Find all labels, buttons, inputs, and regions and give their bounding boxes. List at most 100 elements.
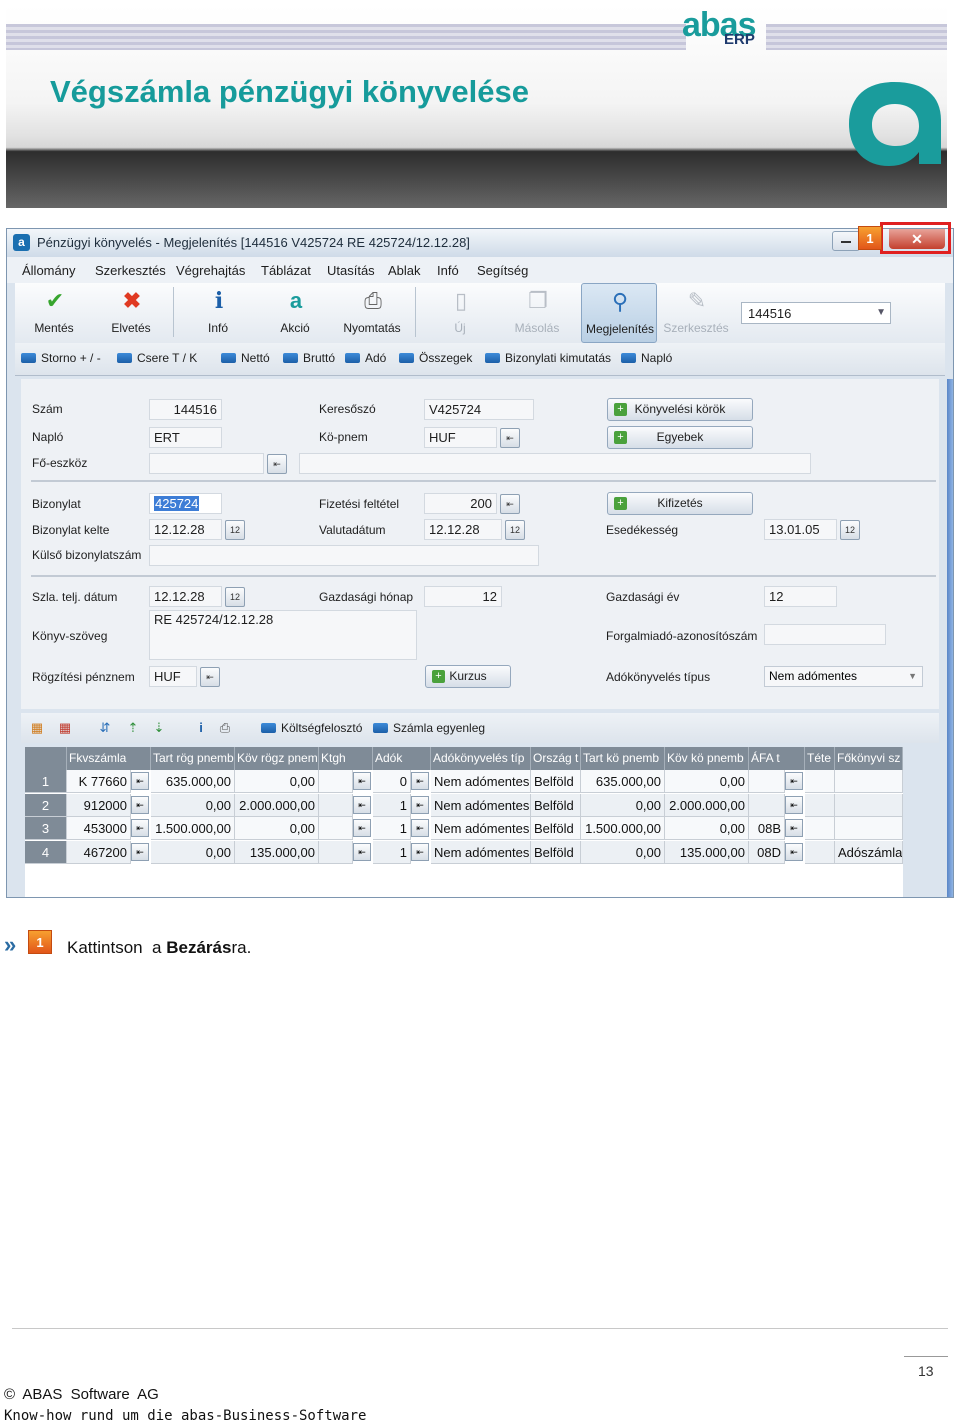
chevron-down-icon[interactable]: ▼ — [908, 667, 917, 686]
calendar-icon[interactable]: 12 — [505, 520, 525, 540]
table-cell[interactable]: Adószámla — [835, 840, 903, 864]
info-button[interactable]: i Infó — [183, 283, 253, 343]
table-cell[interactable]: 1 — [373, 840, 411, 864]
row-picker-icon[interactable]: ⇤ — [785, 819, 803, 837]
table-cell[interactable]: 0,00 — [581, 840, 665, 864]
table-header-cell[interactable]: Köv rögz pnem — [235, 747, 319, 770]
bizonylat-field[interactable]: 425724 — [149, 493, 222, 514]
kereso-field[interactable]: V425724 — [424, 399, 534, 420]
adokonyveles-tipus-select[interactable]: Nem adómentes ▼ — [764, 666, 923, 687]
row-picker-icon[interactable]: ⇤ — [353, 795, 371, 814]
table-header-cell[interactable]: Téte — [805, 747, 835, 770]
row-picker-icon[interactable]: ⇤ — [411, 819, 429, 837]
display-button[interactable]: ⚲ Megjelenítés — [581, 283, 657, 343]
table-cell[interactable] — [805, 770, 835, 793]
link-ado[interactable]: Adó — [345, 351, 386, 365]
print-button[interactable]: ⎙ Nyomtatás — [337, 283, 407, 343]
foeszkoz-description-field[interactable] — [299, 453, 811, 474]
table-header-cell[interactable]: ÁFA t — [749, 747, 805, 770]
konyv-szoveg-field[interactable]: RE 425724/12.12.28 — [149, 610, 417, 660]
menu-item-segitseg[interactable]: Segítség — [477, 263, 528, 278]
row-picker-icon[interactable]: ⇤ — [131, 819, 149, 837]
table-cell[interactable] — [835, 793, 903, 817]
row-picker-icon[interactable]: ⇤ — [131, 842, 149, 861]
move-icon[interactable]: ⇵ — [97, 721, 113, 735]
table-cell[interactable]: 2.000.000,00 — [665, 793, 749, 817]
link-bizonylati-kimutatas[interactable]: Bizonylati kimutatás — [485, 351, 611, 365]
table-cell[interactable]: Belföld — [531, 770, 581, 793]
table-cell[interactable]: Belföld — [531, 840, 581, 864]
row-picker-icon[interactable]: ⇤ — [353, 819, 371, 837]
delete-row-icon[interactable]: ▦ — [57, 721, 73, 735]
table-header-cell[interactable]: Adókönyvelés típ — [431, 747, 531, 770]
table-cell[interactable] — [319, 793, 353, 817]
table-cell[interactable]: 0,00 — [581, 793, 665, 817]
minimize-button[interactable] — [832, 231, 860, 251]
forgalmiado-azonosito-field[interactable] — [764, 624, 886, 645]
menu-item-allomany[interactable]: Állomány — [22, 263, 75, 278]
link-csere[interactable]: Csere T / K — [117, 351, 197, 365]
menu-item-szerkesztes[interactable]: Szerkesztés — [95, 263, 166, 278]
row-picker-icon[interactable]: ⇤ — [785, 795, 803, 814]
rogzitesi-penznem-field[interactable]: HUF — [149, 666, 197, 687]
discard-button[interactable]: ✖ Elvetés — [96, 283, 166, 343]
table-row[interactable]: 3 453000 ⇤ 1.500.000,00 0,00 ⇤ 1 ⇤ Nem adómentes… — [25, 817, 903, 840]
row-picker-icon[interactable]: ⇤ — [353, 772, 371, 790]
table-cell[interactable]: 1.500.000,00 — [151, 817, 235, 840]
copy-button[interactable]: ❐ Másolás — [502, 283, 572, 343]
kulso-bizonylatszam-field[interactable] — [149, 545, 539, 566]
gazdasagi-honap-field[interactable]: 12 — [424, 586, 502, 607]
foeszkoz-field[interactable] — [149, 453, 264, 474]
esedekesseg-field[interactable]: 13.01.05 — [764, 519, 837, 540]
table-cell[interactable]: 0,00 — [235, 770, 319, 793]
table-cell[interactable]: 2.000.000,00 — [235, 793, 319, 817]
calendar-icon[interactable]: 12 — [225, 587, 245, 607]
table-cell[interactable] — [749, 793, 785, 817]
row-picker-icon[interactable]: ⇤ — [411, 772, 429, 790]
calendar-icon[interactable]: 12 — [840, 520, 860, 540]
konyvelesi-korok-button[interactable]: + Könyvelési körök — [607, 398, 753, 421]
table-cell[interactable]: Belföld — [531, 817, 581, 840]
gazdasagi-ev-field[interactable]: 12 — [764, 586, 837, 607]
table-cell[interactable]: 0,00 — [151, 840, 235, 864]
row-picker-icon[interactable]: ⇤ — [131, 795, 149, 814]
menu-item-ablak[interactable]: Ablak — [388, 263, 421, 278]
table-cell[interactable]: 135.000,00 — [235, 840, 319, 864]
table-cell[interactable]: 0,00 — [665, 817, 749, 840]
kifizetes-button[interactable]: + Kifizetés — [607, 492, 753, 515]
info-icon[interactable]: i — [193, 721, 209, 735]
link-szamla-egyenleg[interactable]: Számla egyenleg — [373, 721, 485, 735]
link-storno[interactable]: Storno + / - — [21, 351, 101, 365]
table-cell[interactable]: 135.000,00 — [665, 840, 749, 864]
table-cell[interactable] — [805, 817, 835, 840]
chevron-down-icon[interactable]: ▼ — [876, 307, 886, 318]
bizonylat-kelte-field[interactable]: 12.12.28 — [149, 519, 222, 540]
table-cell[interactable]: 0,00 — [151, 793, 235, 817]
row-picker-icon[interactable]: ⇤ — [785, 842, 803, 861]
table-cell[interactable]: Nem adómentes — [431, 817, 531, 840]
table-cell[interactable]: 0 — [373, 770, 411, 793]
row-picker-icon[interactable]: ⇤ — [353, 842, 371, 861]
naplo-field[interactable]: ERT — [149, 427, 222, 448]
link-koltsegfeloszto[interactable]: Költségfelosztó — [261, 721, 362, 735]
window-scrollbar[interactable] — [947, 379, 953, 897]
edit-button[interactable]: ✎ Szerkesztés — [661, 283, 731, 343]
insert-row-icon[interactable]: ▦ — [29, 721, 45, 735]
table-cell[interactable]: 1.500.000,00 — [581, 817, 665, 840]
fizetesi-feltetel-field[interactable]: 200 — [424, 493, 497, 514]
table-cell[interactable]: 08B — [749, 817, 785, 840]
menu-item-tablazat[interactable]: Táblázat — [261, 263, 311, 278]
link-netto[interactable]: Nettó — [221, 351, 270, 365]
printer-icon[interactable]: ⎙ — [217, 721, 233, 735]
egyebek-button[interactable]: + Egyebek — [607, 426, 753, 449]
table-cell[interactable]: 1 — [373, 817, 411, 840]
table-cell[interactable]: Nem adómentes — [431, 770, 531, 793]
table-header-cell[interactable]: Főkönyvi sz — [835, 747, 903, 770]
table-cell[interactable] — [319, 770, 353, 793]
row-picker-icon[interactable]: ⇤ — [785, 772, 803, 790]
table-cell[interactable]: 1 — [373, 793, 411, 817]
link-naplo[interactable]: Napló — [621, 351, 672, 365]
table-header-cell[interactable]: Fkvszámla — [67, 747, 151, 770]
table-cell[interactable]: 0,00 — [235, 817, 319, 840]
kurzus-button[interactable]: + Kurzus — [425, 665, 511, 688]
